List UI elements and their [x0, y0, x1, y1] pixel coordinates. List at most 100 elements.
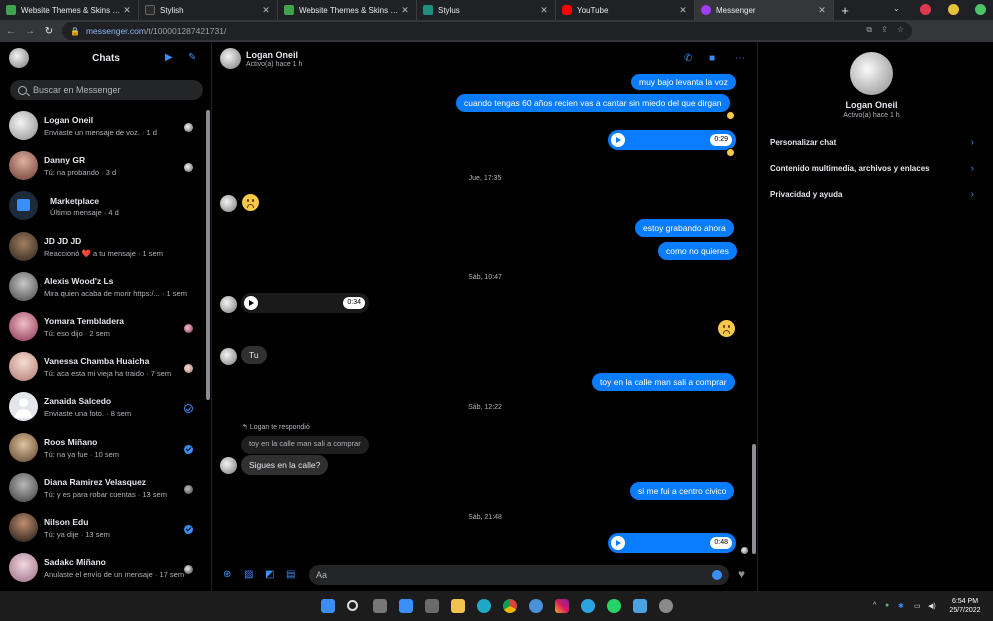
outgoing-message[interactable]: cuando tengas 60 años recien vas a canta… [456, 94, 730, 112]
share-icon[interactable]: ⇪ [881, 25, 888, 35]
browser-tab[interactable]: Website Themes & Skins by Styli ✕ [278, 0, 417, 20]
sidebar-scrollbar[interactable] [206, 110, 210, 400]
clock[interactable]: 6:54 PM 25/7/2022 [943, 597, 987, 615]
stylish-favicon-icon [284, 5, 294, 15]
search-input[interactable]: Buscar en Messenger [10, 80, 203, 100]
privacy-support-item[interactable]: Privacidad y ayuda › [770, 188, 974, 202]
whatsapp-icon[interactable] [607, 599, 621, 613]
telegram-icon[interactable] [581, 599, 595, 613]
outgoing-message[interactable]: toy en la calle man sali a comprar [592, 373, 735, 391]
search-icon[interactable] [347, 600, 358, 611]
voice-message[interactable]: 0:48 [608, 533, 736, 553]
outgoing-message[interactable]: estoy grabando ahora [635, 219, 734, 237]
conversation-item[interactable]: Alexis Wood'z Ls Mira quien acaba de mor… [0, 267, 205, 307]
outgoing-message[interactable]: como no quieres [658, 242, 737, 260]
voice-message[interactable]: 0:29 [608, 130, 736, 150]
conversation-item[interactable]: Diana Ramirez Velasquez Tú: y es para ro… [0, 468, 205, 508]
notepad-icon[interactable] [633, 599, 647, 613]
new-tab-button[interactable]: + [834, 3, 856, 18]
close-tab-icon[interactable]: ✕ [261, 5, 271, 16]
bookmark-star-icon[interactable]: ☆ [897, 25, 904, 35]
message-input[interactable]: Aa [309, 565, 729, 585]
conversation-item[interactable]: Marketplace Último mensaje · 4 d [0, 186, 205, 226]
reload-icon[interactable]: ↻ [41, 26, 57, 37]
browser-tab-active[interactable]: Messenger ✕ [695, 0, 834, 20]
close-tab-icon[interactable]: ✕ [678, 5, 688, 16]
profile-yellow-icon[interactable] [948, 4, 959, 15]
photo-icon[interactable]: ▨ [244, 569, 253, 580]
chrome-icon[interactable] [503, 599, 517, 613]
back-arrow-icon[interactable]: ← [3, 26, 19, 37]
conversation-item[interactable]: Roos Miñano Tú: na ya fue · 10 sem [0, 428, 205, 468]
conversation-item[interactable]: JD JD JD Reaccionó ❤️ a tu mensaje · 1 s… [0, 227, 205, 267]
delivered-check-icon [184, 444, 193, 454]
browser-tab[interactable]: Stylish ✕ [139, 0, 278, 20]
sidebar-header: Chats ▶ ✎ [0, 42, 211, 74]
more-options-icon[interactable]: ⋯ [735, 53, 745, 64]
address-bar[interactable]: 🔒 messenger.com /t/100001287421731/ ⧉ ⇪ … [62, 22, 912, 40]
new-message-icon[interactable]: ✎ [188, 52, 196, 63]
play-icon[interactable] [244, 296, 258, 310]
voice-message[interactable]: 0:34 [241, 293, 369, 313]
widgets-icon[interactable] [399, 599, 413, 613]
emoji-picker-icon[interactable] [712, 570, 722, 580]
sticker-icon[interactable]: ◩ [265, 569, 274, 580]
outgoing-message[interactable]: muy bajo levanta la voz [631, 74, 736, 90]
plus-actions-icon[interactable]: ⊕ [223, 569, 231, 580]
browser-tab[interactable]: Stylus ✕ [417, 0, 556, 20]
volume-icon[interactable]: ◀) [928, 602, 936, 610]
conversation-item[interactable]: Logan Oneil Enviaste un mensaje de voz. … [0, 106, 205, 146]
close-tab-icon[interactable]: ✕ [817, 5, 827, 16]
browser-tab[interactable]: YouTube ✕ [556, 0, 695, 20]
edge-icon[interactable] [477, 599, 491, 613]
conversation-item[interactable]: Yomara Tembladera Tú: eso dijo · 2 sem [0, 307, 205, 347]
bluetooth-icon[interactable]: ✱ [898, 602, 904, 610]
app-icon[interactable] [529, 599, 543, 613]
close-tab-icon[interactable]: ✕ [400, 5, 410, 16]
gif-icon[interactable]: ▤ [286, 569, 295, 580]
monitor-icon[interactable]: ▭ [914, 602, 921, 610]
tray-overflow-icon[interactable]: ^ [873, 602, 876, 609]
conversation-item[interactable]: Nilson Edu Tú: ya dije · 13 sem [0, 508, 205, 548]
conversation-item[interactable]: Zanaida Salcedo Enviaste una foto. · 8 s… [0, 387, 205, 427]
new-video-room-icon[interactable]: ▶ [165, 52, 173, 63]
outgoing-message[interactable]: si me fui a centro civico [630, 482, 735, 500]
sent-check-icon [184, 404, 193, 414]
file-explorer-icon[interactable] [451, 599, 465, 613]
voice-call-icon[interactable]: ✆ [684, 53, 692, 64]
contact-avatar[interactable] [220, 48, 241, 69]
play-icon[interactable] [611, 536, 625, 550]
profile-red-icon[interactable] [920, 4, 931, 15]
tab-search-chevron-icon[interactable]: ⌄ [893, 4, 900, 13]
chat-scrollbar[interactable] [752, 444, 756, 554]
conversation-item[interactable]: Danny GR Tú: na probando · 3 d [0, 146, 205, 186]
media-files-links-item[interactable]: Contenido multimedia, archivos y enlaces… [770, 162, 974, 176]
play-icon[interactable] [611, 133, 625, 147]
heart-like-icon[interactable]: ♥ [738, 567, 745, 581]
settings-gear-icon[interactable] [659, 599, 673, 613]
open-in-app-icon[interactable]: ⧉ [866, 25, 872, 35]
customize-chat-item[interactable]: Personalizar chat › [770, 136, 974, 150]
browser-tab[interactable]: Website Themes & Skins by Styli ✕ [0, 0, 139, 20]
windows-start-icon[interactable] [321, 599, 335, 613]
chevron-right-icon: › [970, 137, 974, 148]
close-tab-icon[interactable]: ✕ [539, 5, 549, 16]
forward-arrow-icon[interactable]: → [22, 26, 38, 37]
video-call-icon[interactable]: ■ [709, 53, 715, 64]
incoming-message[interactable]: Tu [241, 346, 267, 364]
store-icon[interactable] [425, 599, 439, 613]
instagram-icon[interactable] [555, 599, 569, 613]
replied-message-quote[interactable]: toy en la calle man sali a comprar [241, 436, 369, 454]
task-view-icon[interactable] [373, 599, 387, 613]
conversation-item[interactable]: Vanessa Chamba Huaicha Tú: aca esta mi v… [0, 347, 205, 387]
tray-app-icon[interactable]: ● [885, 602, 889, 609]
incoming-message[interactable]: Sigues en la calle? [241, 455, 329, 475]
browser-toolbar: ← → ↻ 🔒 messenger.com /t/100001287421731… [0, 20, 993, 54]
tab-title: YouTube [577, 5, 609, 15]
reply-note: ↰ Logan te respondió [242, 423, 310, 431]
contact-avatar-large[interactable] [850, 52, 893, 95]
conversation-item[interactable]: Sadakc Miñano Anulaste el envío de un me… [0, 548, 205, 588]
contact-name[interactable]: Logan Oneil [246, 50, 298, 60]
close-tab-icon[interactable]: ✕ [122, 5, 132, 16]
profile-green-icon[interactable] [975, 4, 986, 15]
